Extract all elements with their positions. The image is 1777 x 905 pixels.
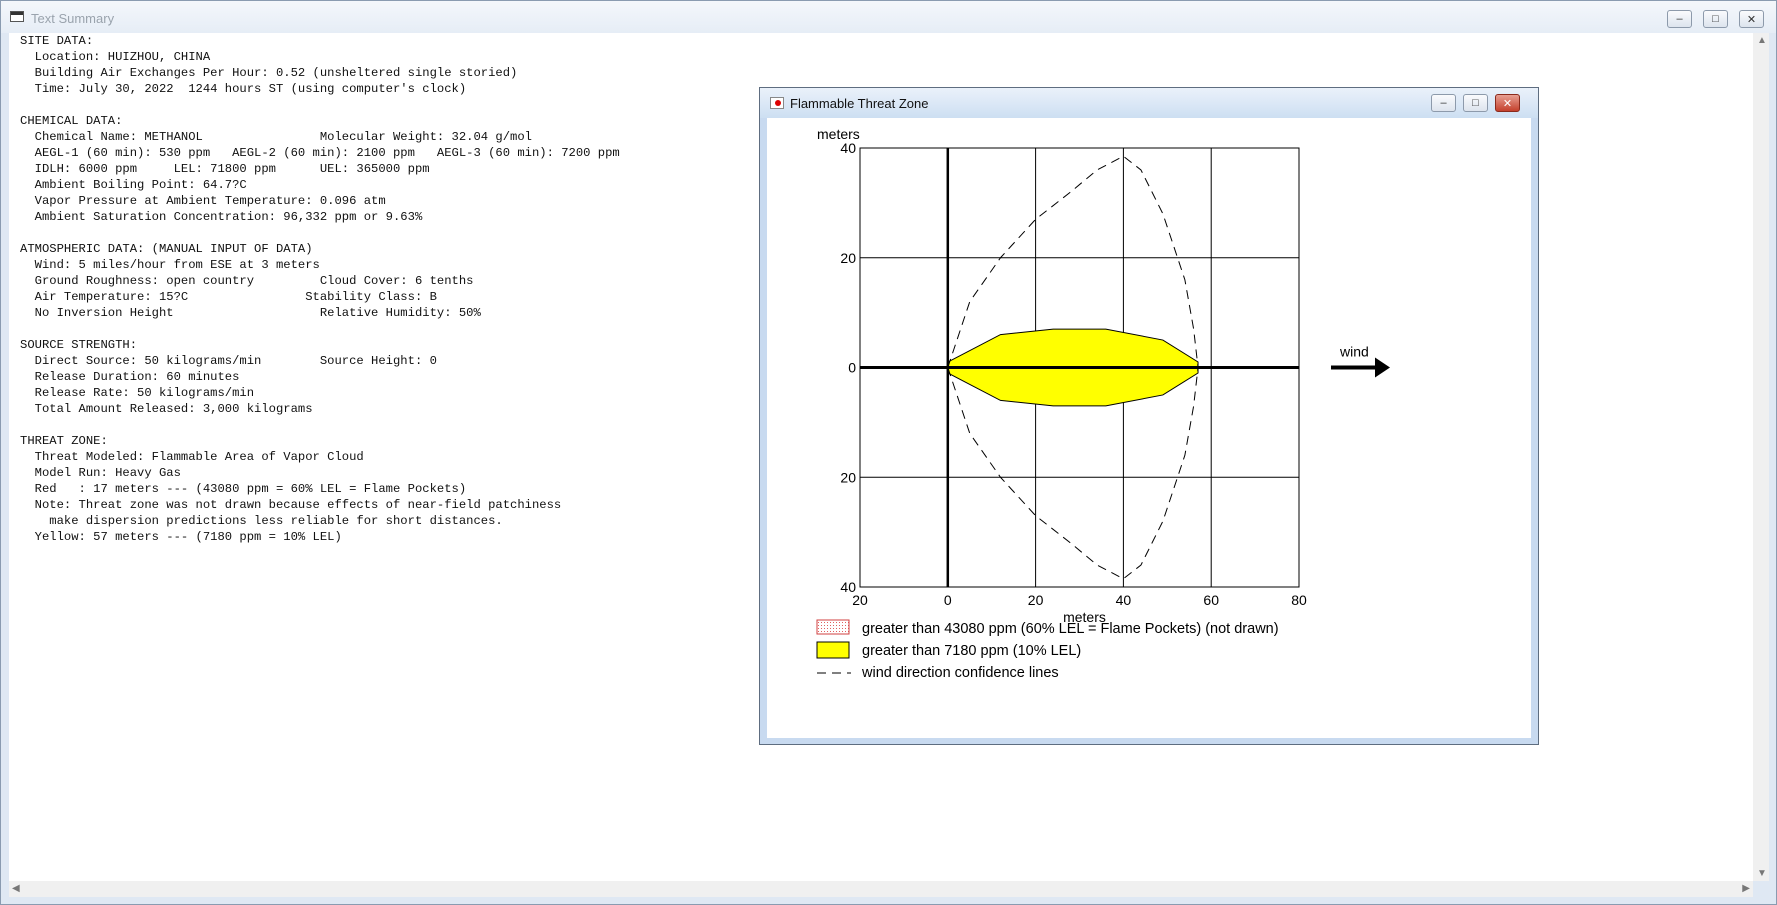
threat-zone-chart: 20 0 20 40 60 80402002040metersmeterswind gre…	[816, 126, 1390, 681]
summary-text: SITE DATA: Location: HUIZHOU, CHINA Buil…	[20, 34, 620, 544]
y-axis-label: meters	[817, 126, 860, 142]
maximize-button[interactable]: □	[1703, 10, 1728, 28]
threat-maximize-button[interactable]: □	[1463, 94, 1488, 112]
aloha-app-icon	[770, 97, 784, 109]
scroll-up-icon[interactable]: ▲	[1757, 35, 1767, 46]
y-tick-label: 40	[840, 140, 856, 156]
y-tick-label: 0	[848, 360, 856, 376]
legend-label: greater than 43080 ppm (60% LEL = Flame …	[862, 621, 1279, 637]
y-tick-label: 20	[840, 469, 856, 485]
minimize-button[interactable]: –	[1667, 10, 1692, 28]
vertical-scrollbar[interactable]: ▲ ▼	[1753, 33, 1769, 881]
close-button[interactable]: ✕	[1739, 10, 1764, 28]
scroll-right-icon[interactable]: ▶	[1742, 883, 1750, 894]
horizontal-scrollbar[interactable]: ◀ ▶	[9, 881, 1753, 897]
threat-titlebar[interactable]: Flammable Threat Zone – □ ✕	[760, 88, 1538, 118]
y-tick-label: 40	[840, 579, 856, 595]
threat-minimize-button[interactable]: –	[1431, 94, 1456, 112]
threat-window-title: Flammable Threat Zone	[790, 96, 929, 111]
threat-zone-plot-area: 20 0 20 40 60 80 40 20 0 20 40 meters meters wind gre…	[767, 118, 1531, 738]
x-tick-label: 0	[944, 592, 952, 608]
y-tick-label: 20	[840, 250, 856, 266]
scroll-left-icon[interactable]: ◀	[12, 883, 20, 894]
x-tick-label: 40	[1116, 592, 1132, 608]
x-tick-label: 80	[1291, 592, 1307, 608]
x-tick-label: 60	[1203, 592, 1219, 608]
legend-label: greater than 7180 ppm (10% LEL)	[862, 643, 1081, 659]
wind-arrow-icon	[1375, 357, 1390, 378]
flammable-threat-zone-window: Flammable Threat Zone – □ ✕ 20 0 20 40 60 80 4…	[759, 87, 1539, 745]
window-icon	[10, 11, 24, 22]
legend-swatch-red	[816, 619, 850, 635]
legend-swatch-yellow	[816, 641, 850, 659]
threat-close-button[interactable]: ✕	[1495, 94, 1520, 112]
main-titlebar[interactable]: Text Summary – □ ✕	[1, 1, 1776, 33]
wind-label: wind	[1339, 344, 1369, 360]
x-tick-label: 20	[1028, 592, 1044, 608]
scroll-down-icon[interactable]: ▼	[1757, 868, 1767, 879]
legend-label: wind direction confidence lines	[861, 665, 1059, 681]
main-window-title: Text Summary	[31, 11, 115, 26]
